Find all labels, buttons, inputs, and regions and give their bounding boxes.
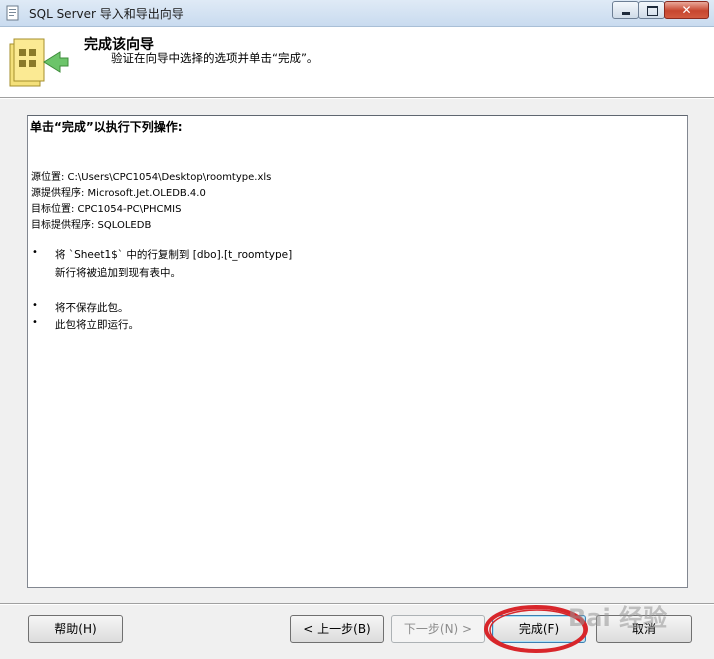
- maximize-icon: [647, 6, 658, 16]
- source-provider: 源提供程序: Microsoft.Jet.OLEDB.4.0: [31, 188, 206, 199]
- minimize-button[interactable]: [612, 1, 639, 19]
- wizard-header: 完成该向导 验证在向导中选择的选项并单击“完成”。: [0, 27, 714, 98]
- back-button[interactable]: < 上一步(B): [290, 615, 384, 643]
- no-save-package-text: 将不保存此包。: [55, 302, 129, 314]
- copy-rows-text: 将 `Sheet1$` 中的行复制到 [dbo].[t_roomtype]: [55, 249, 293, 261]
- bullet-icon: •: [32, 300, 38, 311]
- minimize-icon: [622, 12, 630, 15]
- title-bar: SQL Server 导入和导出向导 ✕: [0, 0, 714, 27]
- highlight-circle: [484, 605, 588, 653]
- source-location: 源位置: C:\Users\CPC1054\Desktop\roomtype.x…: [31, 172, 272, 183]
- cancel-button[interactable]: 取消: [596, 615, 692, 643]
- next-button[interactable]: 下一步(N) >: [391, 615, 485, 643]
- summary-box[interactable]: 单击“完成”以执行下列操作: 源位置: C:\Users\CPC1054\Des…: [27, 115, 688, 588]
- bullet-icon: •: [32, 317, 38, 328]
- window-title: SQL Server 导入和导出向导: [29, 7, 184, 21]
- close-icon: ✕: [681, 3, 692, 17]
- footer-divider: [0, 603, 714, 605]
- bullet-icon: •: [32, 247, 38, 258]
- close-button[interactable]: ✕: [664, 1, 709, 19]
- run-immediately-text: 此包将立即运行。: [55, 319, 139, 331]
- append-rows-text: 新行将被追加到现有表中。: [55, 267, 181, 279]
- destination-provider: 目标提供程序: SQLOLEDB: [31, 220, 152, 231]
- help-button[interactable]: 帮助(H): [28, 615, 123, 643]
- destination-location: 目标位置: CPC1054-PC\PHCMIS: [31, 204, 182, 215]
- summary-heading: 单击“完成”以执行下列操作:: [30, 120, 183, 134]
- app-icon: [6, 5, 19, 21]
- page-subtitle: 验证在向导中选择的选项并单击“完成”。: [111, 51, 319, 65]
- wizard-icon: [9, 38, 69, 87]
- header-divider: [0, 97, 714, 99]
- maximize-button[interactable]: [638, 1, 665, 19]
